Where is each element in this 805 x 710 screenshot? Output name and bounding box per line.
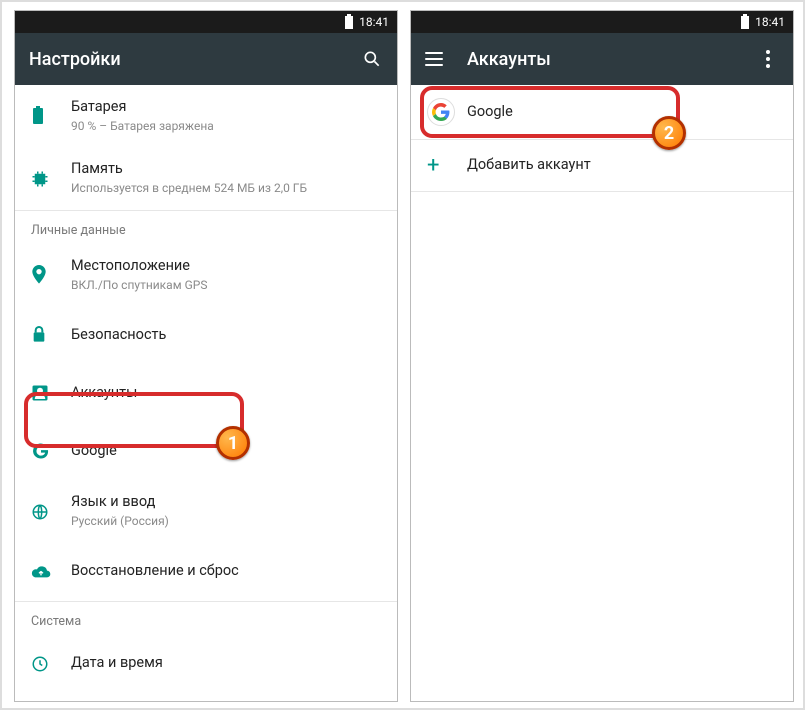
memory-subtitle: Используется в среднем 524 МБ из 2,0 ГБ (71, 181, 381, 197)
status-bar-2: 18:41 (411, 11, 793, 33)
add-icon: + (427, 155, 467, 177)
search-icon[interactable] (361, 48, 383, 70)
row-accounts[interactable]: Аккаунты (15, 364, 397, 422)
battery-row-icon (31, 106, 71, 126)
memory-title: Память (71, 160, 381, 179)
menu-icon[interactable] (425, 52, 443, 66)
battery-title: Батарея (71, 98, 381, 117)
row-account-google[interactable]: Google (411, 85, 793, 139)
row-location[interactable]: Местоположение ВКЛ./По спутникам GPS (15, 244, 397, 306)
settings-title: Настройки (29, 49, 361, 70)
accounts-appbar-title: Аккаунты (467, 49, 757, 70)
settings-appbar: Настройки (15, 33, 397, 85)
location-icon (31, 265, 71, 285)
status-bar: 18:41 (15, 11, 397, 33)
row-memory[interactable]: Память Используется в среднем 524 МБ из … (15, 147, 397, 209)
google-icon (31, 441, 71, 461)
status-time-2: 18:41 (755, 15, 785, 29)
security-title: Безопасность (71, 326, 381, 345)
row-security[interactable]: Безопасность (15, 306, 397, 364)
row-battery[interactable]: Батарея 90 % – Батарея заряжена (15, 85, 397, 147)
status-time: 18:41 (359, 15, 389, 29)
row-google[interactable]: Google (15, 422, 397, 480)
step-badge-2: 2 (652, 116, 686, 150)
language-title: Язык и ввод (71, 493, 381, 512)
security-icon (31, 325, 71, 345)
step-badge-1: 1 (216, 426, 250, 460)
battery-icon-2 (741, 16, 749, 29)
accounts-appbar: Аккаунты (411, 33, 793, 85)
section-personal: Личные данные (15, 210, 397, 244)
location-title: Местоположение (71, 257, 381, 276)
language-icon (31, 503, 71, 521)
section-system: Система (15, 601, 397, 635)
accounts-icon (31, 384, 71, 402)
backup-title: Восстановление и сброс (71, 562, 381, 581)
accounts-phone: 18:41 Аккаунты (410, 10, 794, 702)
row-language[interactable]: Язык и ввод Русский (Россия) (15, 480, 397, 542)
battery-subtitle: 90 % – Батарея заряжена (71, 119, 381, 135)
memory-icon (31, 170, 71, 188)
row-datetime[interactable]: Дата и время (15, 635, 397, 693)
row-backup[interactable]: Восстановление и сброс (15, 543, 397, 601)
settings-content: Батарея 90 % – Батарея заряжена Память И… (15, 85, 397, 701)
clock-icon (31, 655, 71, 673)
accounts-content: Google + Добавить аккаунт (411, 85, 793, 701)
datetime-title: Дата и время (71, 654, 381, 673)
location-subtitle: ВКЛ./По спутникам GPS (71, 278, 381, 294)
overflow-icon[interactable] (757, 48, 779, 70)
tutorial-frame: 18:41 Настройки Батарея 90 % – Батарея з… (0, 0, 805, 710)
divider-after-add (411, 191, 793, 192)
battery-icon (345, 16, 353, 29)
account-google-title: Google (467, 103, 777, 122)
google-logo-icon (427, 98, 467, 126)
backup-icon (31, 564, 71, 580)
add-account-title: Добавить аккаунт (467, 156, 777, 175)
language-subtitle: Русский (Россия) (71, 514, 381, 530)
accounts-title: Аккаунты (71, 384, 381, 403)
settings-phone: 18:41 Настройки Батарея 90 % – Батарея з… (14, 10, 398, 702)
row-add-account[interactable]: + Добавить аккаунт (411, 139, 793, 191)
